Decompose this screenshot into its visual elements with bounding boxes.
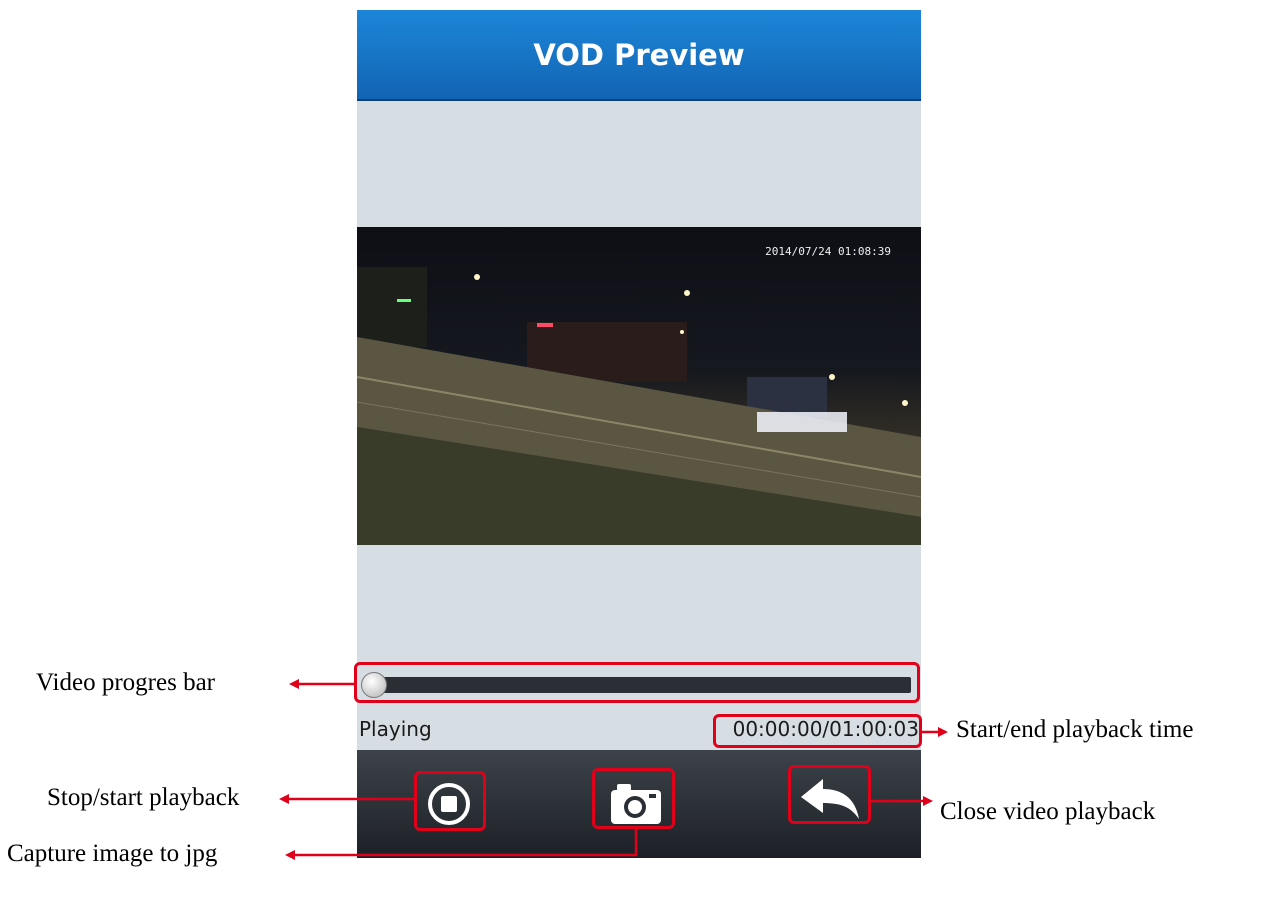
annotation-arrows (279, 679, 948, 860)
callout-close: Close video playback (940, 798, 1156, 825)
callout-progress-bar: Video progres bar (36, 669, 215, 696)
callout-stop-start: Stop/start playback (47, 784, 240, 811)
callout-playback-time: Start/end playback time (956, 716, 1194, 743)
callout-capture: Capture image to jpg (7, 840, 218, 867)
